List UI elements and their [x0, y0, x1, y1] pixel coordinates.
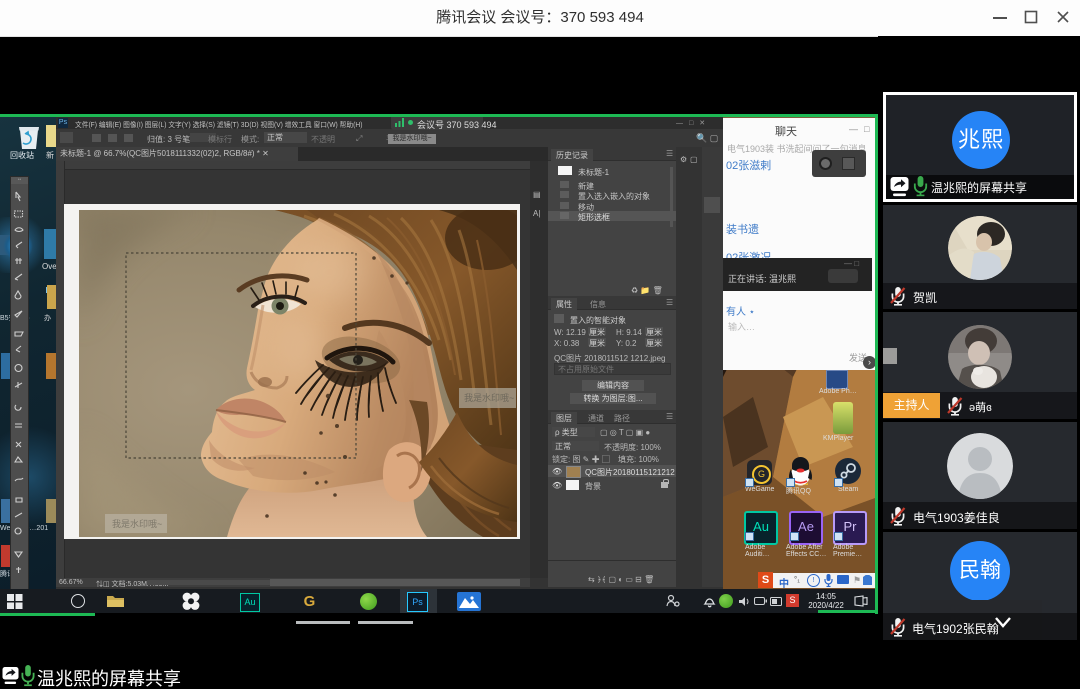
- svg-text:我是水印哦~: 我是水印哦~: [112, 518, 162, 529]
- svg-text:我是水印哦~: 我是水印哦~: [464, 392, 514, 403]
